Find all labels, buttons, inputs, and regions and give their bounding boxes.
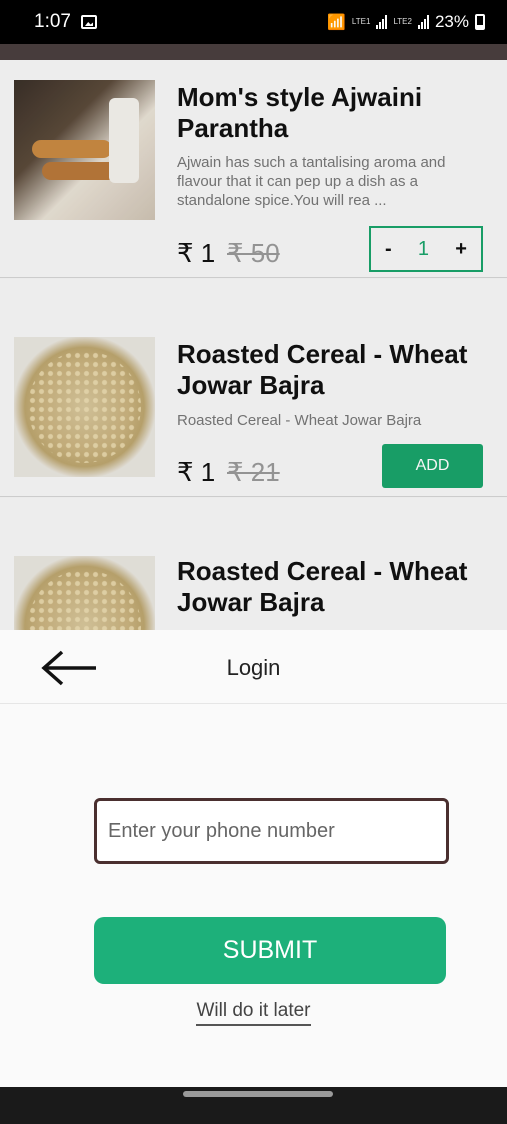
later-link-container: Will do it later <box>0 1000 507 1026</box>
status-left: 1:07 <box>34 11 97 33</box>
product-title: Roasted Cereal - Wheat Jowar Bajra <box>177 556 468 617</box>
header-strip <box>0 44 507 60</box>
quantity-value: 1 <box>417 237 430 260</box>
sheet-title: Login <box>226 655 281 680</box>
will-do-it-later-link[interactable]: Will do it later <box>196 1000 311 1026</box>
sheet-header: Login <box>0 630 507 704</box>
home-gesture-handle[interactable] <box>183 1091 333 1097</box>
lte2-label: LTE2 <box>393 17 412 26</box>
phone-number-input[interactable] <box>94 798 449 864</box>
product-image <box>14 556 155 630</box>
product-image <box>14 337 155 477</box>
product-description: Ajwain has such a tantalising aroma and … <box>177 154 446 209</box>
image-icon <box>80 15 97 29</box>
product-mrp: ₹ 21 <box>227 457 280 487</box>
battery-percent: 23% <box>434 12 469 31</box>
decrement-button[interactable]: - <box>385 238 392 261</box>
add-button[interactable]: ADD <box>382 444 483 488</box>
product-title: Mom's style Ajwaini Parantha <box>177 82 423 143</box>
quantity-stepper: - 1 + <box>369 226 483 272</box>
signal-icon <box>376 15 388 29</box>
status-right: 📶 LTE1 LTE2 23% <box>327 12 485 32</box>
status-time: 1:07 <box>34 11 71 32</box>
product-mrp: ₹ 50 <box>227 238 280 268</box>
status-bar: 1:07 📶 LTE1 LTE2 23% <box>0 0 507 44</box>
product-card[interactable]: Roasted Cereal - Wheat Jowar Bajra <box>0 498 507 630</box>
product-description: Roasted Cereal - Wheat Jowar Bajra <box>177 412 422 429</box>
login-sheet: Login SUBMIT Will do it later <box>0 630 507 1087</box>
system-nav-bar <box>0 1087 507 1124</box>
product-price: ₹ 1 <box>177 238 216 268</box>
lte1-label: LTE1 <box>351 17 371 26</box>
battery-icon <box>475 14 485 30</box>
product-card[interactable]: Roasted Cereal - Wheat Jowar Bajra Roast… <box>0 279 507 497</box>
submit-button[interactable]: SUBMIT <box>94 917 446 984</box>
signal-icon <box>417 15 429 29</box>
increment-button[interactable]: + <box>455 238 467 261</box>
product-price: ₹ 1 <box>177 457 216 487</box>
product-list: Mom's style Ajwaini Parantha Ajwain has … <box>0 44 507 630</box>
wifi-icon: 📶 <box>327 14 346 31</box>
product-card[interactable]: Mom's style Ajwaini Parantha Ajwain has … <box>0 60 507 278</box>
product-image <box>14 80 155 220</box>
product-title: Roasted Cereal - Wheat Jowar Bajra <box>177 339 468 400</box>
